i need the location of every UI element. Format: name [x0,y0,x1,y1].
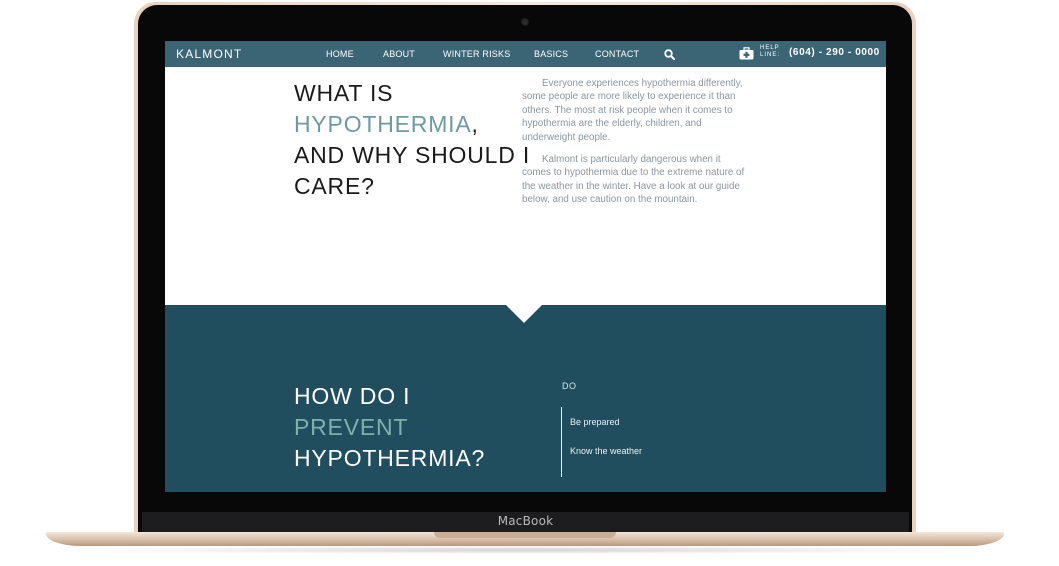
laptop-base-notch [434,532,616,538]
do-list-divider [561,407,562,477]
do-item-be-prepared[interactable]: Be prepared [570,417,620,427]
laptop-brand-label: MacBook [497,514,554,528]
prevent-heading-accent: PREVENT [294,414,409,440]
laptop-shadow [80,546,970,554]
prevent-heading-line1: HOW DO I [294,383,411,409]
prevent-heading-line3: HYPOTHERMIA? [294,445,486,471]
website-screen-lower: HOW DO I PREVENT HYPOTHERMIA? DO Be prep… [165,41,886,492]
prevent-section [165,305,886,492]
do-list-label: DO [562,381,577,391]
prevent-heading: HOW DO I PREVENT HYPOTHERMIA? [294,381,485,474]
camera-icon [522,19,528,25]
section-divider-arrow [506,305,542,323]
do-item-know-the-weather[interactable]: Know the weather [570,446,642,456]
